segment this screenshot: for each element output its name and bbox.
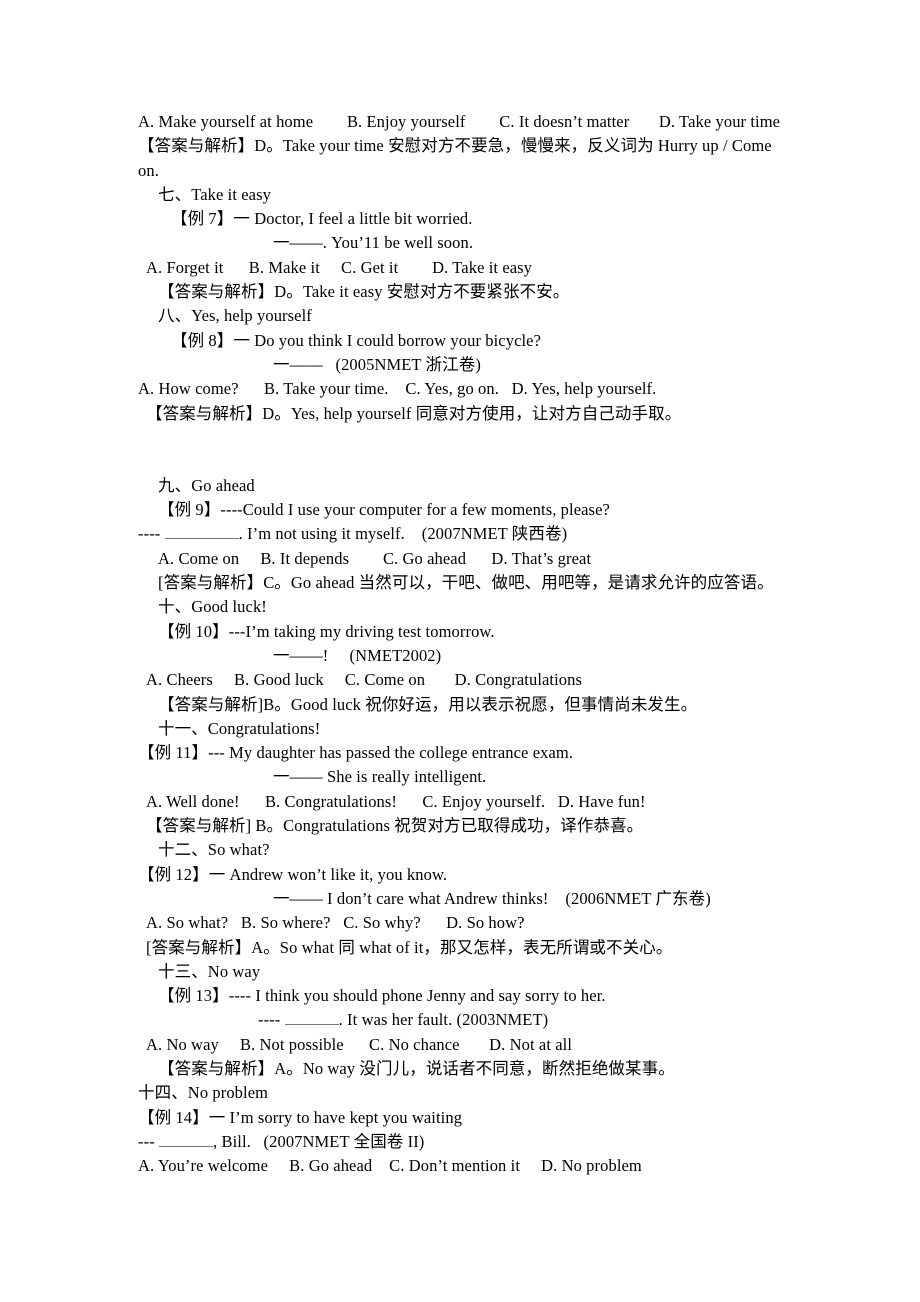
blank-fill-14[interactable] bbox=[159, 1132, 214, 1147]
example-13-answer: 【答案与解析】A。No way 没门儿，说话者不同意，断然拒绝做某事。 bbox=[158, 1058, 675, 1078]
section-heading-9: 九、Go ahead bbox=[158, 475, 255, 495]
example-9-prompt: 【例 9】----Could I use your computer for a… bbox=[158, 500, 610, 520]
document-page: A. Make yourself at home B. Enjoy yourse… bbox=[0, 0, 920, 1302]
example-12-options: A. So what? B. So where? C. So why? D. S… bbox=[146, 913, 525, 933]
example-13-response-prefix: ---- bbox=[258, 1010, 285, 1030]
example-13-prompt: 【例 13】---- I think you should phone Jenn… bbox=[158, 986, 606, 1006]
section-heading-13: 十三、No way bbox=[158, 961, 261, 981]
answer-explanation-continuation: on. bbox=[138, 160, 159, 180]
example-13-options: A. No way B. Not possible C. No chance D… bbox=[146, 1034, 573, 1054]
section-heading-8: 八、Yes, help yourself bbox=[158, 306, 312, 326]
example-8-response: 一—— (2005NMET 浙江卷) bbox=[273, 354, 481, 374]
example-11-options: A. Well done! B. Congratulations! C. Enj… bbox=[146, 791, 646, 811]
example-14-response: --- , Bill. (2007NMET 全国卷 II) bbox=[138, 1130, 800, 1154]
example-7-options: A. Forget it B. Make it C. Get it D. Tak… bbox=[146, 257, 533, 277]
example-10-response: 一——! (NMET2002) bbox=[273, 645, 442, 665]
example-14-prompt: 【例 14】一 I’m sorry to have kept you waiti… bbox=[138, 1107, 463, 1127]
example-12-answer: [答案与解析】A。So what 同 what of it，那又怎样，表无所谓或… bbox=[146, 937, 673, 957]
example-9-response-suffix: . I’m not using it myself. (2007NMET 陕西卷… bbox=[238, 524, 568, 544]
example-10-options: A. Cheers B. Good luck C. Come on D. Con… bbox=[146, 670, 583, 690]
example-12-response: 一—— I don’t care what Andrew thinks! (20… bbox=[273, 888, 711, 908]
example-14-response-prefix: --- bbox=[138, 1131, 160, 1151]
section-heading-12: 十二、So what? bbox=[158, 840, 270, 860]
example-8-prompt: 【例 8】一 Do you think I could borrow your … bbox=[171, 330, 542, 350]
example-11-answer: 【答案与解析] B。Congratulations 祝贺对方已取得成功，译作恭喜… bbox=[146, 816, 644, 836]
section-heading-14: 十四、No problem bbox=[138, 1083, 269, 1103]
options-line: A. Make yourself at home B. Enjoy yourse… bbox=[138, 112, 781, 131]
example-9-answer: [答案与解析】C。Go ahead 当然可以，干吧、做吧、用吧等，是请求允许的应… bbox=[158, 573, 774, 593]
blank-fill-9[interactable] bbox=[164, 524, 239, 540]
example-7-prompt: 【例 7】一 Doctor, I feel a little bit worri… bbox=[171, 209, 473, 229]
section-heading-7: 七、Take it easy bbox=[158, 184, 271, 204]
example-13-response-suffix: . It was her fault. (2003NMET) bbox=[338, 1010, 549, 1030]
example-10-answer: 【答案与解析]B。Good luck 祝你好运，用以表示祝愿，但事情尚未发生。 bbox=[158, 694, 698, 714]
section-heading-10: 十、Good luck! bbox=[158, 597, 267, 617]
example-7-answer: 【答案与解析】D。Take it easy 安慰对方不要紧张不安。 bbox=[158, 282, 570, 302]
example-9-response-prefix: ---- bbox=[138, 524, 165, 544]
example-8-options: A. How come? B. Take your time. C. Yes, … bbox=[138, 379, 657, 399]
blank-fill-13[interactable] bbox=[284, 1010, 339, 1026]
example-9-response: ---- . I’m not using it myself. (2007NME… bbox=[138, 522, 800, 546]
example-11-prompt: 【例 11】--- My daughter has passed the col… bbox=[138, 743, 574, 763]
section-heading-11: 十一、Congratulations! bbox=[158, 718, 321, 738]
example-12-prompt: 【例 12】一 Andrew won’t like it, you know. bbox=[138, 864, 448, 884]
example-11-response: 一—— She is really intelligent. bbox=[273, 767, 487, 787]
example-14-options: A. You’re welcome B. Go ahead C. Don’t m… bbox=[138, 1156, 642, 1176]
example-13-response: ---- . It was her fault. (2003NMET) bbox=[258, 1008, 800, 1032]
example-10-prompt: 【例 10】---I’m taking my driving test tomo… bbox=[158, 621, 495, 641]
example-8-answer: 【答案与解析】D。Yes, help yourself 同意对方使用，让对方自己… bbox=[146, 403, 682, 423]
example-14-response-suffix: , Bill. (2007NMET 全国卷 II) bbox=[213, 1131, 425, 1151]
example-7-response: 一——. You’11 be well soon. bbox=[273, 233, 474, 253]
example-9-options: A. Come on B. It depends C. Go ahead D. … bbox=[158, 548, 592, 568]
answer-explanation-line: 【答案与解析】D。Take your time 安慰对方不要急，慢慢来，反义词为… bbox=[138, 136, 772, 156]
